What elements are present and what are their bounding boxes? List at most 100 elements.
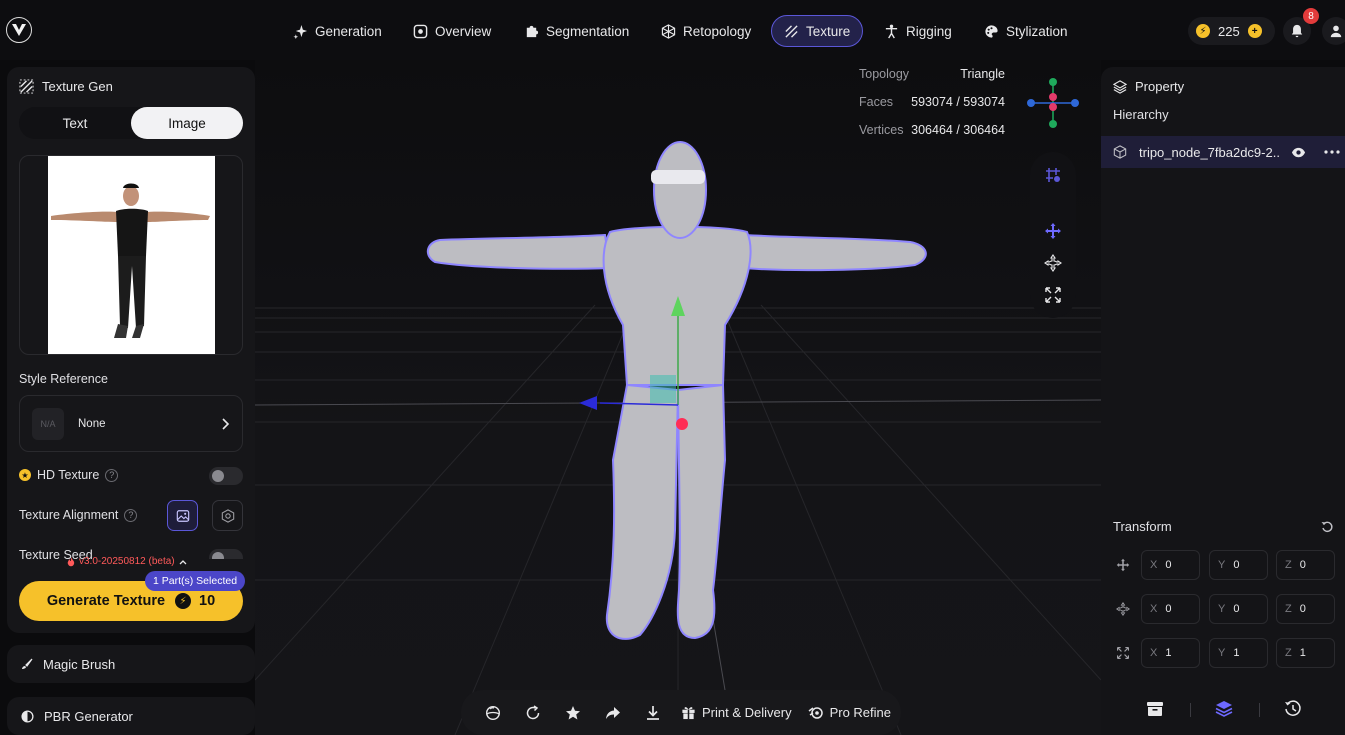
chevron-right-icon (222, 417, 230, 430)
rotation-z-field[interactable]: Z0 (1276, 594, 1335, 624)
rotation-z-value: 0 (1299, 603, 1306, 615)
render-mode-button[interactable] (473, 690, 513, 735)
3d-viewport[interactable]: Topology Triangle Faces 593074 / 593074 … (255, 60, 1101, 735)
move-tool-button[interactable] (1044, 222, 1062, 240)
user-avatar-button[interactable] (1322, 17, 1345, 45)
half-circle-icon (21, 709, 34, 723)
gizmo-plane-handle[interactable] (650, 375, 676, 403)
add-credits-icon[interactable]: + (1247, 24, 1262, 38)
position-z-field[interactable]: Z0 (1276, 550, 1335, 580)
app-logo[interactable] (6, 17, 32, 43)
pbr-generator-item[interactable]: PBR Generator (7, 697, 255, 735)
print-delivery-button[interactable]: Print & Delivery (673, 705, 800, 720)
tab-segmentation[interactable]: Segmentation (512, 15, 641, 47)
magic-brush-item[interactable]: Magic Brush (7, 645, 255, 683)
node-name: tripo_node_7fba2dc9-2... (1139, 144, 1279, 160)
favorite-button[interactable] (553, 690, 593, 735)
scale-icon (1045, 287, 1061, 303)
brush-icon (22, 658, 33, 669)
align-to-geometry-button[interactable] (212, 500, 243, 531)
tab-generation[interactable]: Generation (281, 15, 394, 47)
share-button[interactable] (593, 690, 633, 735)
refine-icon (808, 707, 823, 719)
logo-icon (12, 24, 26, 36)
faces-value: 593074 / 593074 (911, 95, 1005, 109)
tab-rigging[interactable]: Rigging (872, 15, 964, 47)
position-y-field[interactable]: Y0 (1209, 550, 1268, 580)
snap-tool-button[interactable] (1044, 166, 1062, 184)
position-row: X0 Y0 Z0 (1113, 550, 1335, 580)
tab-stylization[interactable]: Stylization (972, 15, 1080, 47)
rotate-tool-button[interactable] (1044, 254, 1062, 272)
axis-label: Z (1285, 559, 1292, 571)
archive-button[interactable] (1143, 697, 1167, 721)
layers-button[interactable] (1212, 697, 1236, 721)
generate-label: Generate Texture (46, 593, 166, 609)
scale-tool-button[interactable] (1044, 286, 1062, 304)
tab-overview[interactable]: Overview (401, 15, 503, 47)
texture-alignment-label: Texture Alignment (19, 508, 119, 522)
texture-seed-toggle[interactable] (209, 549, 243, 559)
align-to-image-button[interactable] (167, 500, 198, 531)
topology-label: Topology (859, 67, 910, 81)
tab-label: Segmentation (546, 23, 630, 39)
property-panel: Property Hierarchy tripo_node_7fba2dc9-2… (1101, 67, 1345, 735)
position-x-value: 0 (1165, 559, 1172, 571)
tab-label: Retopology (683, 23, 752, 39)
position-x-field[interactable]: X0 (1141, 550, 1200, 580)
axis-label: Y (1218, 603, 1226, 615)
mode-image-button[interactable]: Image (131, 107, 243, 139)
position-y-value: 0 (1233, 559, 1240, 571)
scene-canvas[interactable] (255, 60, 1101, 735)
download-button[interactable] (633, 690, 673, 735)
pro-refine-button[interactable]: Pro Refine (800, 705, 899, 720)
hierarchy-node-row[interactable]: tripo_node_7fba2dc9-2... (1101, 136, 1345, 168)
scale-z-field[interactable]: Z1 (1276, 638, 1335, 668)
style-reference-selector[interactable]: N/A None (19, 395, 243, 452)
reference-image-preview[interactable] (19, 155, 243, 355)
axis-label: X (1150, 559, 1158, 571)
model-version-selector[interactable]: v3.0-20250812 (beta) (67, 556, 187, 567)
reset-icon[interactable] (1321, 521, 1333, 533)
more-options-icon[interactable] (1324, 150, 1340, 154)
share-arrow-icon (606, 706, 620, 719)
tab-label: Overview (435, 23, 492, 39)
help-icon[interactable]: ? (105, 468, 119, 482)
axis-label: Z (1285, 647, 1292, 659)
tab-label: Rigging (906, 23, 952, 39)
model-glasses (651, 170, 705, 184)
transform-tool-strip (1030, 152, 1076, 318)
tab-texture[interactable]: Texture (771, 15, 864, 47)
rotation-x-field[interactable]: X0 (1141, 594, 1200, 624)
orientation-gizmo[interactable] (1025, 75, 1081, 131)
top-bar: Generation Overview Segmentation Retopol… (0, 0, 1345, 60)
flame-icon (67, 556, 75, 566)
texture-icon (785, 24, 798, 38)
archive-icon (1147, 702, 1163, 716)
reset-view-button[interactable] (513, 690, 553, 735)
axis-label: X (1150, 647, 1158, 659)
eye-icon[interactable] (1291, 145, 1306, 160)
panel-header: Texture Gen (19, 79, 113, 94)
property-title: Property (1135, 79, 1185, 94)
cube-icon (1113, 145, 1127, 159)
scale-y-field[interactable]: Y1 (1209, 638, 1268, 668)
character-model[interactable] (426, 141, 927, 640)
history-icon (1285, 700, 1301, 716)
input-mode-toggle: Text Image (19, 107, 243, 139)
history-button[interactable] (1281, 697, 1305, 721)
style-reference-label: Style Reference (19, 372, 108, 386)
palette-icon (985, 24, 998, 38)
gizmo-center-point[interactable] (676, 418, 688, 430)
scale-x-field[interactable]: X1 (1141, 638, 1200, 668)
credits-balance[interactable]: ⚡ 225 + (1188, 17, 1275, 45)
rotation-y-field[interactable]: Y0 (1209, 594, 1268, 624)
scale-z-value: 1 (1299, 647, 1306, 659)
gizmo-x-arrow[interactable] (579, 396, 597, 410)
help-icon[interactable]: ? (124, 508, 138, 522)
tab-retopology[interactable]: Retopology (649, 15, 763, 47)
scale-row: X1 Y1 Z1 (1113, 638, 1335, 668)
puzzle-icon (526, 25, 539, 37)
hd-texture-toggle[interactable] (209, 467, 243, 485)
mode-text-button[interactable]: Text (19, 107, 131, 139)
